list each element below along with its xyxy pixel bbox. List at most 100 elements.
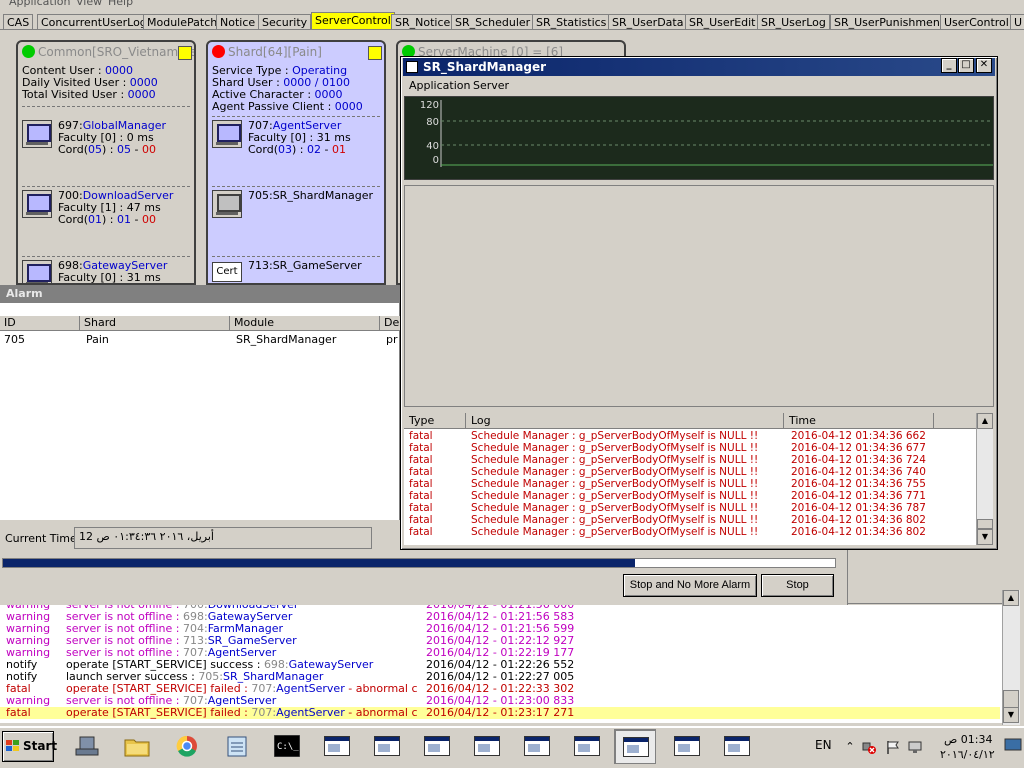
close-icon[interactable]: ✕ [976, 58, 992, 73]
tab-concurrent-user-log[interactable]: ConcurrentUserLog [37, 14, 151, 29]
tab-sr-notice[interactable]: SR_Notice [391, 14, 455, 29]
log-time: 2016-04-12 01:34:36 787 [791, 502, 926, 514]
tab-sr-userpunishment[interactable]: SR_UserPunishment [830, 14, 949, 29]
tab-sr-scheduler[interactable]: SR_Scheduler [451, 14, 535, 29]
app-window-taskbar-icon[interactable] [416, 729, 458, 764]
server-global-manager[interactable]: 697:GlobalManager Faculty [0] : 0 ms Cor… [58, 120, 166, 156]
app-window-taskbar-icon[interactable] [566, 729, 608, 764]
col-module[interactable]: Module [230, 316, 380, 330]
tab-sr-useredit[interactable]: SR_UserEdit [685, 14, 760, 29]
menu-server[interactable]: Server [469, 77, 513, 94]
log-row[interactable]: fatal Schedule Manager : g_pServerBodyOfM… [404, 454, 976, 466]
maximize-icon[interactable]: □ [958, 58, 974, 73]
app-window-taskbar-icon[interactable] [666, 729, 708, 764]
chevron-up-icon[interactable]: ⌃ [843, 740, 857, 754]
app-window-taskbar-icon-active[interactable] [614, 729, 656, 764]
alarm-row-module[interactable]: SR_ShardManager [236, 333, 336, 347]
folder-taskbar-icon[interactable] [116, 729, 158, 764]
server-icon[interactable] [22, 260, 52, 283]
app-window-taskbar-icon[interactable] [516, 729, 558, 764]
minimize-icon[interactable]: _ [941, 58, 957, 73]
col-id[interactable]: ID [0, 316, 80, 330]
cmd-taskbar-icon[interactable]: C:\_ [266, 729, 308, 764]
tab-sr-userdata[interactable]: SR_UserData [608, 14, 688, 29]
log-row[interactable]: fatal Schedule Manager : g_pServerBodyOfM… [404, 502, 976, 514]
server-download-server[interactable]: 700:DownloadServer Faculty [1] : 47 ms C… [58, 190, 173, 226]
log-type: fatal [409, 526, 433, 538]
server-agent-server[interactable]: 707:AgentServer Faculty [0] : 31 ms Cord… [248, 120, 351, 156]
server-icon[interactable] [22, 190, 52, 218]
tab-security[interactable]: Security [258, 14, 312, 29]
col-time[interactable]: Time [784, 413, 934, 428]
col-desc[interactable]: De [380, 316, 400, 330]
menu-help[interactable]: Help [108, 0, 133, 8]
server-gateway-server[interactable]: 698:GatewayServer Faculty [0] : 31 ms [58, 260, 167, 284]
log-scrollbar[interactable]: ▲ ▼ [976, 413, 993, 545]
log-row[interactable]: fatal Schedule Manager : g_pServerBodyOfM… [404, 478, 976, 490]
col-shard[interactable]: Shard [80, 316, 230, 330]
server-icon[interactable] [212, 120, 242, 148]
col-type[interactable]: Type [404, 413, 466, 428]
clock-date[interactable]: ٢٠١٦/٠٤/١٢ [940, 748, 995, 761]
alarm-row-shard[interactable]: Pain [86, 333, 109, 347]
alarm-row-desc[interactable]: pr [386, 333, 398, 347]
chrome-taskbar-icon[interactable] [166, 729, 208, 764]
server-icon[interactable] [212, 190, 242, 218]
common-column: Common[SRO_Vietnam_TestL Content User : … [16, 40, 196, 285]
status-green-icon [22, 45, 35, 58]
tab-sr-statistics[interactable]: SR_Statistics [532, 14, 611, 29]
windows-logo-icon [6, 740, 19, 751]
log-type: fatal [409, 502, 433, 514]
menu-view[interactable]: View [76, 0, 102, 8]
tab-sr-userlog[interactable]: SR_UserLog [757, 14, 830, 29]
log-row[interactable]: fatal Schedule Manager : g_pServerBodyOfM… [404, 526, 976, 538]
scroll-down-icon[interactable]: ▼ [1003, 707, 1019, 723]
server-sr-shard-manager[interactable]: 705:SR_ShardManager [248, 190, 373, 202]
network-error-icon[interactable] [862, 740, 876, 754]
scroll-up-icon[interactable]: ▲ [1003, 590, 1019, 606]
stop-button[interactable]: Stop [761, 574, 834, 597]
menu-application[interactable]: Application [405, 77, 474, 94]
show-desktop-icon[interactable] [1004, 738, 1022, 752]
scroll-up-icon[interactable]: ▲ [977, 413, 993, 429]
tab-notice[interactable]: Notice [216, 14, 260, 29]
scroll-thumb[interactable] [977, 519, 993, 529]
tab-module-patch[interactable]: ModulePatch [143, 14, 222, 29]
app-window-taskbar-icon[interactable] [716, 729, 758, 764]
alarm-grid-header: ID Shard Module De [0, 316, 400, 331]
flag-icon[interactable] [886, 740, 900, 754]
yellow-indicator[interactable] [368, 46, 382, 60]
log-row[interactable]: fatal Schedule Manager : g_pServerBodyOfM… [404, 466, 976, 478]
notepad-taskbar-icon[interactable] [216, 729, 258, 764]
tab-user-control[interactable]: UserControl [940, 14, 1013, 29]
tab-u[interactable]: U [1010, 14, 1024, 29]
scroll-down-icon[interactable]: ▼ [977, 529, 993, 545]
monitor-icon[interactable] [908, 740, 922, 754]
tab-server-control[interactable]: ServerControl [311, 12, 395, 29]
server-manager-taskbar-icon[interactable] [66, 729, 108, 764]
log-message: Schedule Manager : g_pServerBodyOfMyself… [471, 514, 759, 526]
server-sr-game-server[interactable]: 713:SR_GameServer [248, 260, 362, 272]
cert-icon[interactable]: Cert [212, 262, 242, 282]
log-row[interactable]: fatal Schedule Manager : g_pServerBodyOfM… [404, 430, 976, 442]
log-row[interactable]: fatal Schedule Manager : g_pServerBodyOfM… [404, 442, 976, 454]
app-window-taskbar-icon[interactable] [316, 729, 358, 764]
language-indicator[interactable]: EN [815, 738, 832, 752]
scroll-thumb[interactable] [1003, 690, 1019, 708]
server-icon[interactable] [22, 120, 52, 148]
log-scrollbar[interactable]: ▲ ▼ [1002, 590, 1020, 725]
log-row[interactable]: fatal operate [START_SERVICE] failed : 70… [0, 707, 1000, 719]
tab-bar: CAS ConcurrentUserLog ModulePatch Notice… [0, 12, 1024, 30]
menu-application[interactable]: Application [9, 0, 70, 8]
yellow-indicator[interactable] [178, 46, 192, 60]
app-window-taskbar-icon[interactable] [466, 729, 508, 764]
tab-cas[interactable]: CAS [3, 14, 34, 29]
stop-no-more-alarm-button[interactable]: Stop and No More Alarm [623, 574, 757, 597]
log-row[interactable]: fatal Schedule Manager : g_pServerBodyOfM… [404, 514, 976, 526]
app-window-taskbar-icon[interactable] [366, 729, 408, 764]
log-row[interactable]: fatal Schedule Manager : g_pServerBodyOfM… [404, 490, 976, 502]
col-log[interactable]: Log [466, 413, 784, 428]
log-time: 2016-04-12 01:34:36 771 [791, 490, 926, 502]
alarm-row-id[interactable]: 705 [4, 333, 25, 347]
clock-time[interactable]: 01:34 ص [944, 733, 993, 746]
